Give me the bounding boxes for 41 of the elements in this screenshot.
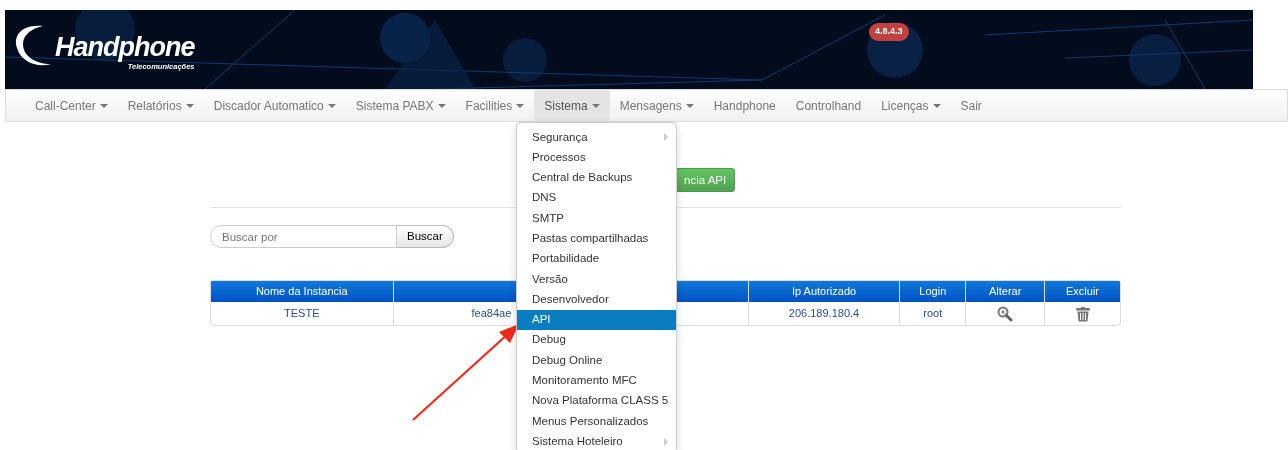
menu-item[interactable]: Desenvolvedor [517, 289, 676, 310]
nav-item[interactable]: Mensagens [609, 90, 704, 121]
table-cell: root [899, 302, 966, 325]
search-field[interactable]: Buscar por [210, 225, 397, 248]
trash-icon[interactable] [1075, 306, 1090, 322]
nav-item[interactable]: Discador Automatico [203, 90, 346, 121]
nav-item[interactable]: Relatórios [117, 90, 204, 121]
search-icon[interactable] [997, 306, 1014, 323]
nav-item[interactable]: Sistema PABX [345, 90, 456, 121]
menu-item[interactable]: Sistema Hoteleiro [517, 431, 676, 450]
submenu-caret-icon [664, 133, 668, 142]
menu-item[interactable]: Segurança [517, 127, 676, 148]
menu-item[interactable]: Debug Online [517, 350, 676, 371]
nav-item[interactable]: Sair [950, 90, 992, 121]
menu-item[interactable]: Menus Personalizados [517, 411, 676, 432]
column-header: Login [899, 281, 966, 302]
menu-item[interactable]: Debug [517, 329, 676, 351]
submenu-caret-icon [664, 437, 668, 446]
table-cell-text: TESTE [283, 306, 321, 322]
column-header: Alterar [965, 281, 1045, 302]
menu-item[interactable]: SMTP [517, 208, 676, 229]
nav-item[interactable]: Facilities [455, 90, 535, 121]
column-header: Excluir [1044, 281, 1120, 302]
logo-text: Handphone [55, 34, 195, 63]
menu-item[interactable]: Processos [517, 147, 676, 168]
nav-item[interactable]: Call-Center [25, 90, 118, 121]
nav-item[interactable]: Handphone [703, 90, 786, 121]
menu-item[interactable]: Pastas compartilhadas [517, 228, 676, 249]
search-button[interactable]: Buscar [397, 225, 454, 248]
nav-item[interactable]: Sistema [534, 90, 610, 121]
nav-item[interactable]: Licenças [871, 90, 951, 121]
version-badge: 4.8.4.3 [869, 23, 909, 41]
menu-item[interactable]: Monitoramento MFC [517, 370, 676, 391]
table-cell: 206.189.180.4 [747, 302, 900, 325]
column-header: Nome da Instancia [211, 281, 393, 302]
menu-item[interactable]: Portabilidade [517, 248, 676, 270]
column-header: Ip Autorizado [747, 281, 900, 302]
menu-item[interactable]: Versão [517, 269, 676, 290]
nav-item[interactable]: Controlhand [785, 90, 872, 121]
menu-item[interactable]: API [517, 309, 676, 330]
menu-item[interactable]: Nova Plataforma CLASS 5 [517, 390, 676, 412]
